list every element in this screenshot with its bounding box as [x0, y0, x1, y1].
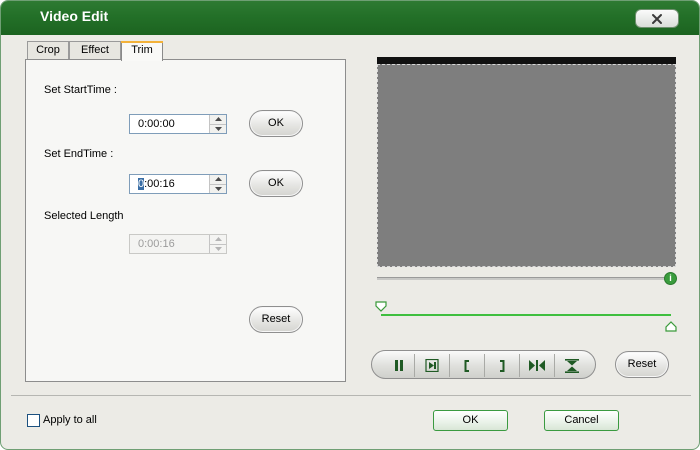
video-edit-dialog: Video Edit Crop Effect Trim Set StartTim…	[0, 0, 700, 450]
mark-in-button[interactable]	[450, 355, 483, 376]
trim-end-marker[interactable]	[665, 321, 677, 335]
arrow-down-icon	[214, 186, 222, 191]
video-preview	[377, 57, 676, 267]
tab-effect-label: Effect	[81, 44, 109, 56]
title-bar[interactable]: Video Edit	[1, 1, 699, 35]
tab-crop[interactable]: Crop	[27, 41, 69, 60]
selected-length-spinner: 0:00:16	[129, 234, 227, 254]
tab-trim[interactable]: Trim	[121, 41, 163, 61]
end-time-label: Set EndTime :	[44, 148, 114, 160]
selected-length-up-button	[210, 235, 226, 244]
trim-region-button[interactable]	[555, 355, 588, 376]
mark-out-icon	[499, 359, 504, 372]
marker-up-icon	[665, 321, 677, 332]
trim-start-marker[interactable]	[375, 301, 387, 315]
start-time-ok-button[interactable]: OK	[249, 110, 303, 137]
start-time-spinner[interactable]: 0:00:00	[129, 114, 227, 134]
ok-button[interactable]: OK	[433, 410, 508, 431]
tab-effect[interactable]: Effect	[69, 41, 121, 60]
start-time-up-button[interactable]	[210, 115, 226, 124]
close-button[interactable]	[635, 9, 679, 28]
end-time-value-rest: :00:16	[144, 178, 175, 190]
end-time-ok-button[interactable]: OK	[249, 170, 303, 197]
start-time-label: Set StartTime :	[44, 84, 117, 96]
trim-range-bar	[381, 314, 671, 316]
mark-out-button[interactable]	[485, 355, 518, 376]
trim-panel: Set StartTime : 0:00:00 OK Set EndTime :…	[25, 59, 346, 382]
apply-to-all-checkbox[interactable]	[27, 414, 40, 427]
tab-crop-label: Crop	[36, 44, 60, 56]
apply-to-all-label[interactable]: Apply to all	[43, 414, 97, 426]
step-frame-button[interactable]	[415, 355, 448, 376]
arrow-up-icon	[214, 177, 222, 182]
start-time-value[interactable]: 0:00:00	[130, 115, 209, 133]
pause-button[interactable]	[382, 355, 415, 376]
skip-to-mark-icon	[528, 360, 545, 371]
footer-divider	[11, 395, 691, 396]
tab-trim-label: Trim	[131, 44, 153, 56]
pause-icon	[394, 360, 403, 371]
window-title: Video Edit	[40, 8, 109, 24]
player-reset-button[interactable]: Reset	[615, 351, 669, 378]
arrow-up-icon	[214, 237, 222, 242]
start-time-down-button[interactable]	[210, 123, 226, 133]
arrow-down-icon	[214, 126, 222, 131]
selected-length-down-button	[210, 243, 226, 253]
playback-controls	[371, 350, 596, 379]
close-icon	[652, 13, 662, 24]
seek-bar[interactable]	[377, 277, 665, 280]
cancel-button[interactable]: Cancel	[544, 410, 619, 431]
info-icon: i	[669, 273, 672, 283]
trim-region-icon	[564, 358, 579, 373]
end-time-down-button[interactable]	[210, 183, 226, 193]
skip-to-mark-button[interactable]	[520, 355, 553, 376]
selected-length-label: Selected Length	[44, 210, 124, 222]
mark-in-icon	[464, 359, 469, 372]
marker-down-icon	[375, 301, 387, 312]
seek-handle[interactable]: i	[664, 272, 677, 285]
selected-length-value: 0:00:16	[138, 238, 175, 250]
end-time-spinner[interactable]: 0:00:16	[129, 174, 227, 194]
arrow-down-icon	[214, 246, 222, 251]
end-time-up-button[interactable]	[210, 175, 226, 184]
end-time-value[interactable]: 0:00:16	[130, 175, 209, 193]
trim-reset-button[interactable]: Reset	[249, 306, 303, 333]
arrow-up-icon	[214, 117, 222, 122]
step-frame-icon	[424, 359, 439, 372]
